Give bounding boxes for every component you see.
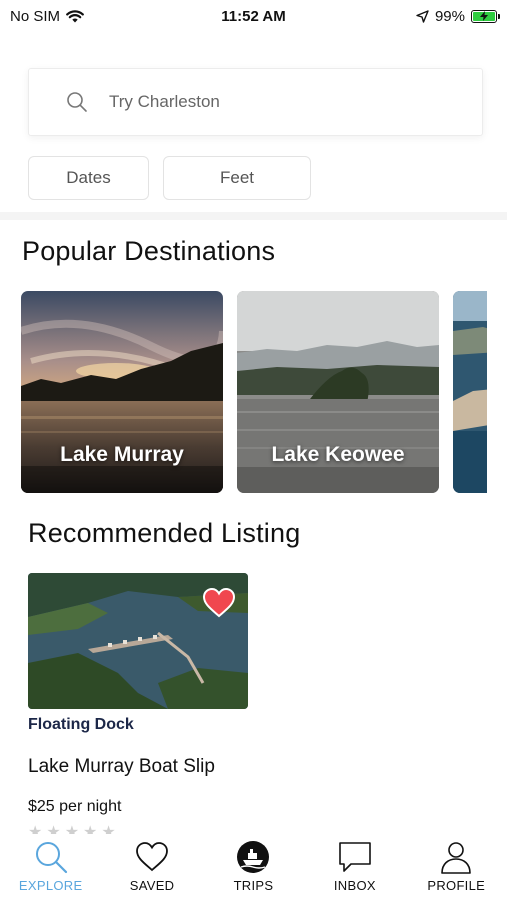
wifi-icon (66, 10, 84, 23)
tab-label: TRIPS (233, 878, 274, 893)
search-bar[interactable] (28, 68, 483, 136)
status-left: No SIM (10, 8, 84, 25)
tab-profile[interactable]: PROFILE (411, 840, 501, 893)
listing-image[interactable] (28, 573, 248, 709)
listing-type: Floating Dock (28, 716, 134, 733)
destination-card-lake-murray[interactable]: Lake Murray (21, 291, 223, 493)
status-bar: No SIM 11:52 AM 99% (0, 0, 507, 32)
bottom-tab-bar: EXPLORE SAVED TRIPS INBOX PROFILE (0, 834, 507, 900)
tab-label: SAVED (129, 878, 175, 893)
popular-destinations-heading: Popular Destinations (22, 236, 276, 266)
dates-filter-button[interactable]: Dates (28, 156, 149, 200)
destination-name: Lake Murray (60, 443, 184, 466)
charging-bolt-icon (480, 11, 488, 21)
battery-icon (471, 9, 500, 23)
destination-image (453, 291, 487, 493)
search-input[interactable] (109, 92, 409, 112)
recommended-listing-heading: Recommended Listing (28, 518, 301, 548)
person-icon (441, 842, 472, 874)
battery-percent: 99% (434, 7, 465, 25)
search-icon (35, 842, 67, 874)
tab-inbox[interactable]: INBOX (310, 840, 400, 893)
tab-trips[interactable]: TRIPS (208, 840, 298, 893)
tab-label: PROFILE (427, 878, 486, 893)
favorite-heart-icon[interactable] (202, 587, 236, 619)
destination-card-partial[interactable] (453, 291, 487, 493)
tab-label: EXPLORE (18, 878, 83, 893)
heart-icon (136, 842, 168, 872)
destinations-carousel[interactable]: Lake Murray Lake Keowee (21, 291, 487, 493)
tab-label: INBOX (333, 878, 376, 893)
destination-card-lake-keowee[interactable]: Lake Keowee (237, 291, 439, 493)
location-arrow-icon (416, 9, 429, 23)
tab-explore[interactable]: EXPLORE (6, 840, 96, 893)
listing-price: $25 per night (28, 798, 122, 815)
feet-filter-button[interactable]: Feet (163, 156, 311, 200)
clock: 11:52 AM (221, 7, 286, 25)
listing-title[interactable]: Lake Murray Boat Slip (28, 756, 215, 778)
boat-icon (237, 841, 270, 873)
status-right: 99% (416, 7, 500, 25)
search-icon (67, 92, 87, 112)
section-divider (0, 212, 507, 220)
carrier-label: No SIM (10, 7, 61, 25)
chat-bubble-icon (339, 842, 371, 872)
destination-name: Lake Keowee (271, 443, 405, 466)
tab-saved[interactable]: SAVED (107, 840, 197, 893)
